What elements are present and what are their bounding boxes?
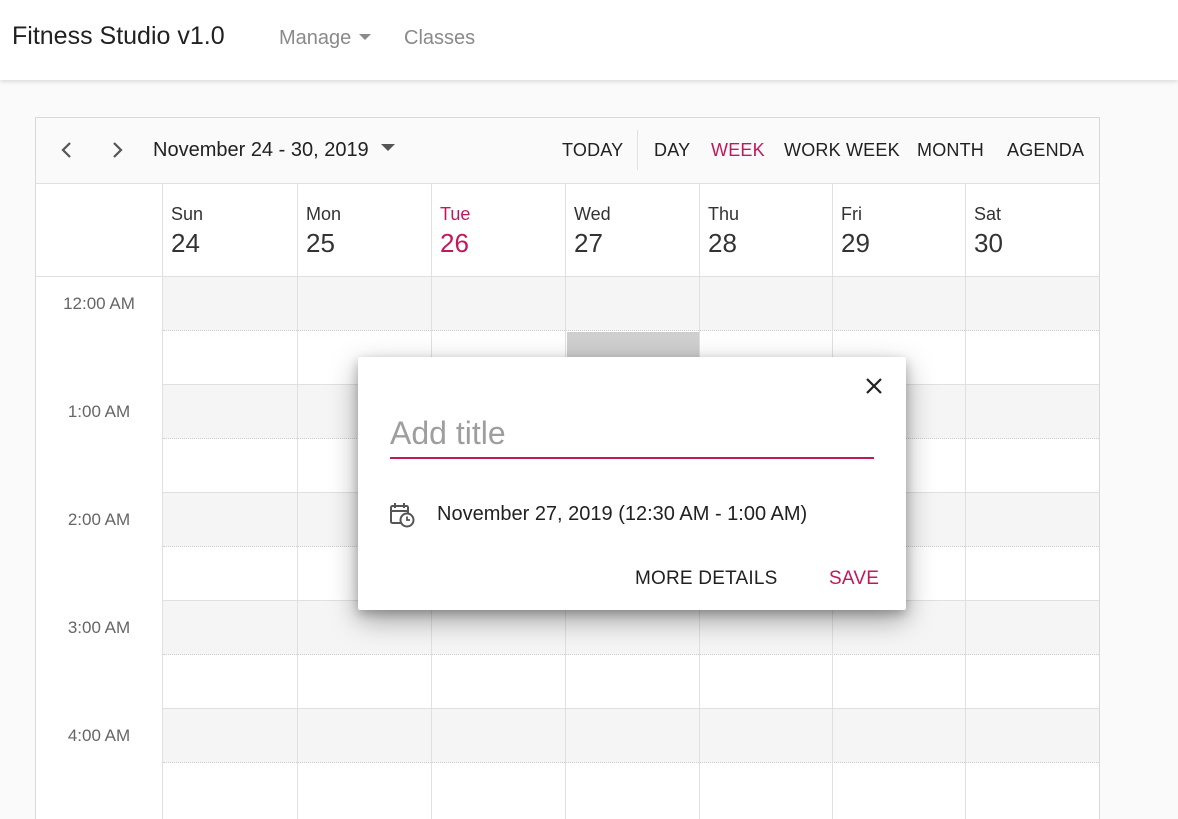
- quick-add-event-popup: November 27, 2019 (12:30 AM - 1:00 AM) M…: [358, 357, 906, 610]
- day-name: Thu: [708, 204, 740, 224]
- calendar-clock-icon: [390, 503, 415, 528]
- week-header: Sun 24 Mon 25 Tue 26 Wed 27 Thu 28 Fri 2…: [36, 184, 1099, 276]
- day-name: Sat: [974, 204, 1002, 224]
- day-number[interactable]: 29: [841, 228, 870, 259]
- half-hour-line: [163, 762, 1099, 763]
- caret-down-icon: [359, 34, 372, 40]
- caret-down-icon: [380, 144, 395, 151]
- half-hour-line: [163, 330, 1099, 331]
- day-number[interactable]: 24: [171, 228, 200, 259]
- time-slot-row[interactable]: [163, 709, 1099, 763]
- app-title[interactable]: Fitness Studio v1.0: [12, 22, 225, 51]
- column-line: [965, 277, 966, 819]
- close-icon[interactable]: [862, 374, 886, 398]
- day-name: Fri: [841, 204, 862, 224]
- day-number[interactable]: 28: [708, 228, 737, 259]
- toolbar-divider: [637, 130, 638, 170]
- day-name: Sun: [171, 204, 204, 224]
- nav-manage-dropdown[interactable]: Manage: [279, 27, 372, 50]
- day-header-mon[interactable]: Mon 25: [297, 184, 431, 276]
- view-month-button[interactable]: MONTH: [917, 140, 984, 161]
- date-range-picker[interactable]: November 24 - 30, 2019: [153, 139, 395, 162]
- more-details-button[interactable]: MORE DETAILS: [635, 568, 777, 590]
- time-label: 4:00 AM: [67, 726, 131, 745]
- time-label: 2:00 AM: [67, 510, 131, 529]
- save-button[interactable]: SAVE: [829, 568, 879, 590]
- day-header-fri[interactable]: Fri 29: [832, 184, 966, 276]
- view-day-button[interactable]: DAY: [654, 140, 690, 161]
- chevron-left-icon[interactable]: [55, 138, 79, 162]
- hour-line: [163, 708, 1099, 709]
- column-line: [162, 277, 163, 819]
- day-name: Wed: [574, 204, 611, 224]
- day-number[interactable]: 25: [306, 228, 335, 259]
- chevron-right-icon[interactable]: [105, 138, 129, 162]
- time-label: 3:00 AM: [67, 618, 131, 637]
- view-week-button[interactable]: WEEK: [711, 140, 765, 161]
- day-number[interactable]: 26: [440, 228, 469, 259]
- event-title-input[interactable]: [390, 409, 874, 459]
- top-navbar: Fitness Studio v1.0 Manage Classes: [0, 0, 1178, 80]
- scheduler-toolbar: November 24 - 30, 2019 TODAY DAY WEEK WO…: [36, 118, 1099, 184]
- day-number[interactable]: 27: [574, 228, 603, 259]
- day-header-sat[interactable]: Sat 30: [965, 184, 1099, 276]
- time-label: 12:00 AM: [63, 294, 135, 313]
- day-number[interactable]: 30: [974, 228, 1003, 259]
- event-date-time: November 27, 2019 (12:30 AM - 1:00 AM): [437, 503, 808, 525]
- day-name: Mon: [306, 204, 342, 224]
- date-range-label: November 24 - 30, 2019: [153, 139, 369, 161]
- day-header-wed[interactable]: Wed 27: [565, 184, 699, 276]
- column-line: [297, 277, 298, 819]
- day-header-thu[interactable]: Thu 28: [699, 184, 833, 276]
- day-header-sun[interactable]: Sun 24: [162, 184, 297, 276]
- today-button[interactable]: TODAY: [562, 140, 623, 161]
- time-slot-row[interactable]: [163, 277, 1099, 331]
- half-hour-line: [163, 654, 1099, 655]
- day-header-tue[interactable]: Tue 26: [431, 184, 565, 276]
- nav-manage-label: Manage: [279, 27, 352, 49]
- view-agenda-button[interactable]: AGENDA: [1007, 140, 1084, 161]
- day-name: Tue: [440, 204, 471, 224]
- nav-classes-link[interactable]: Classes: [404, 27, 475, 50]
- view-work-week-button[interactable]: WORK WEEK: [784, 140, 900, 161]
- time-label: 1:00 AM: [67, 402, 131, 421]
